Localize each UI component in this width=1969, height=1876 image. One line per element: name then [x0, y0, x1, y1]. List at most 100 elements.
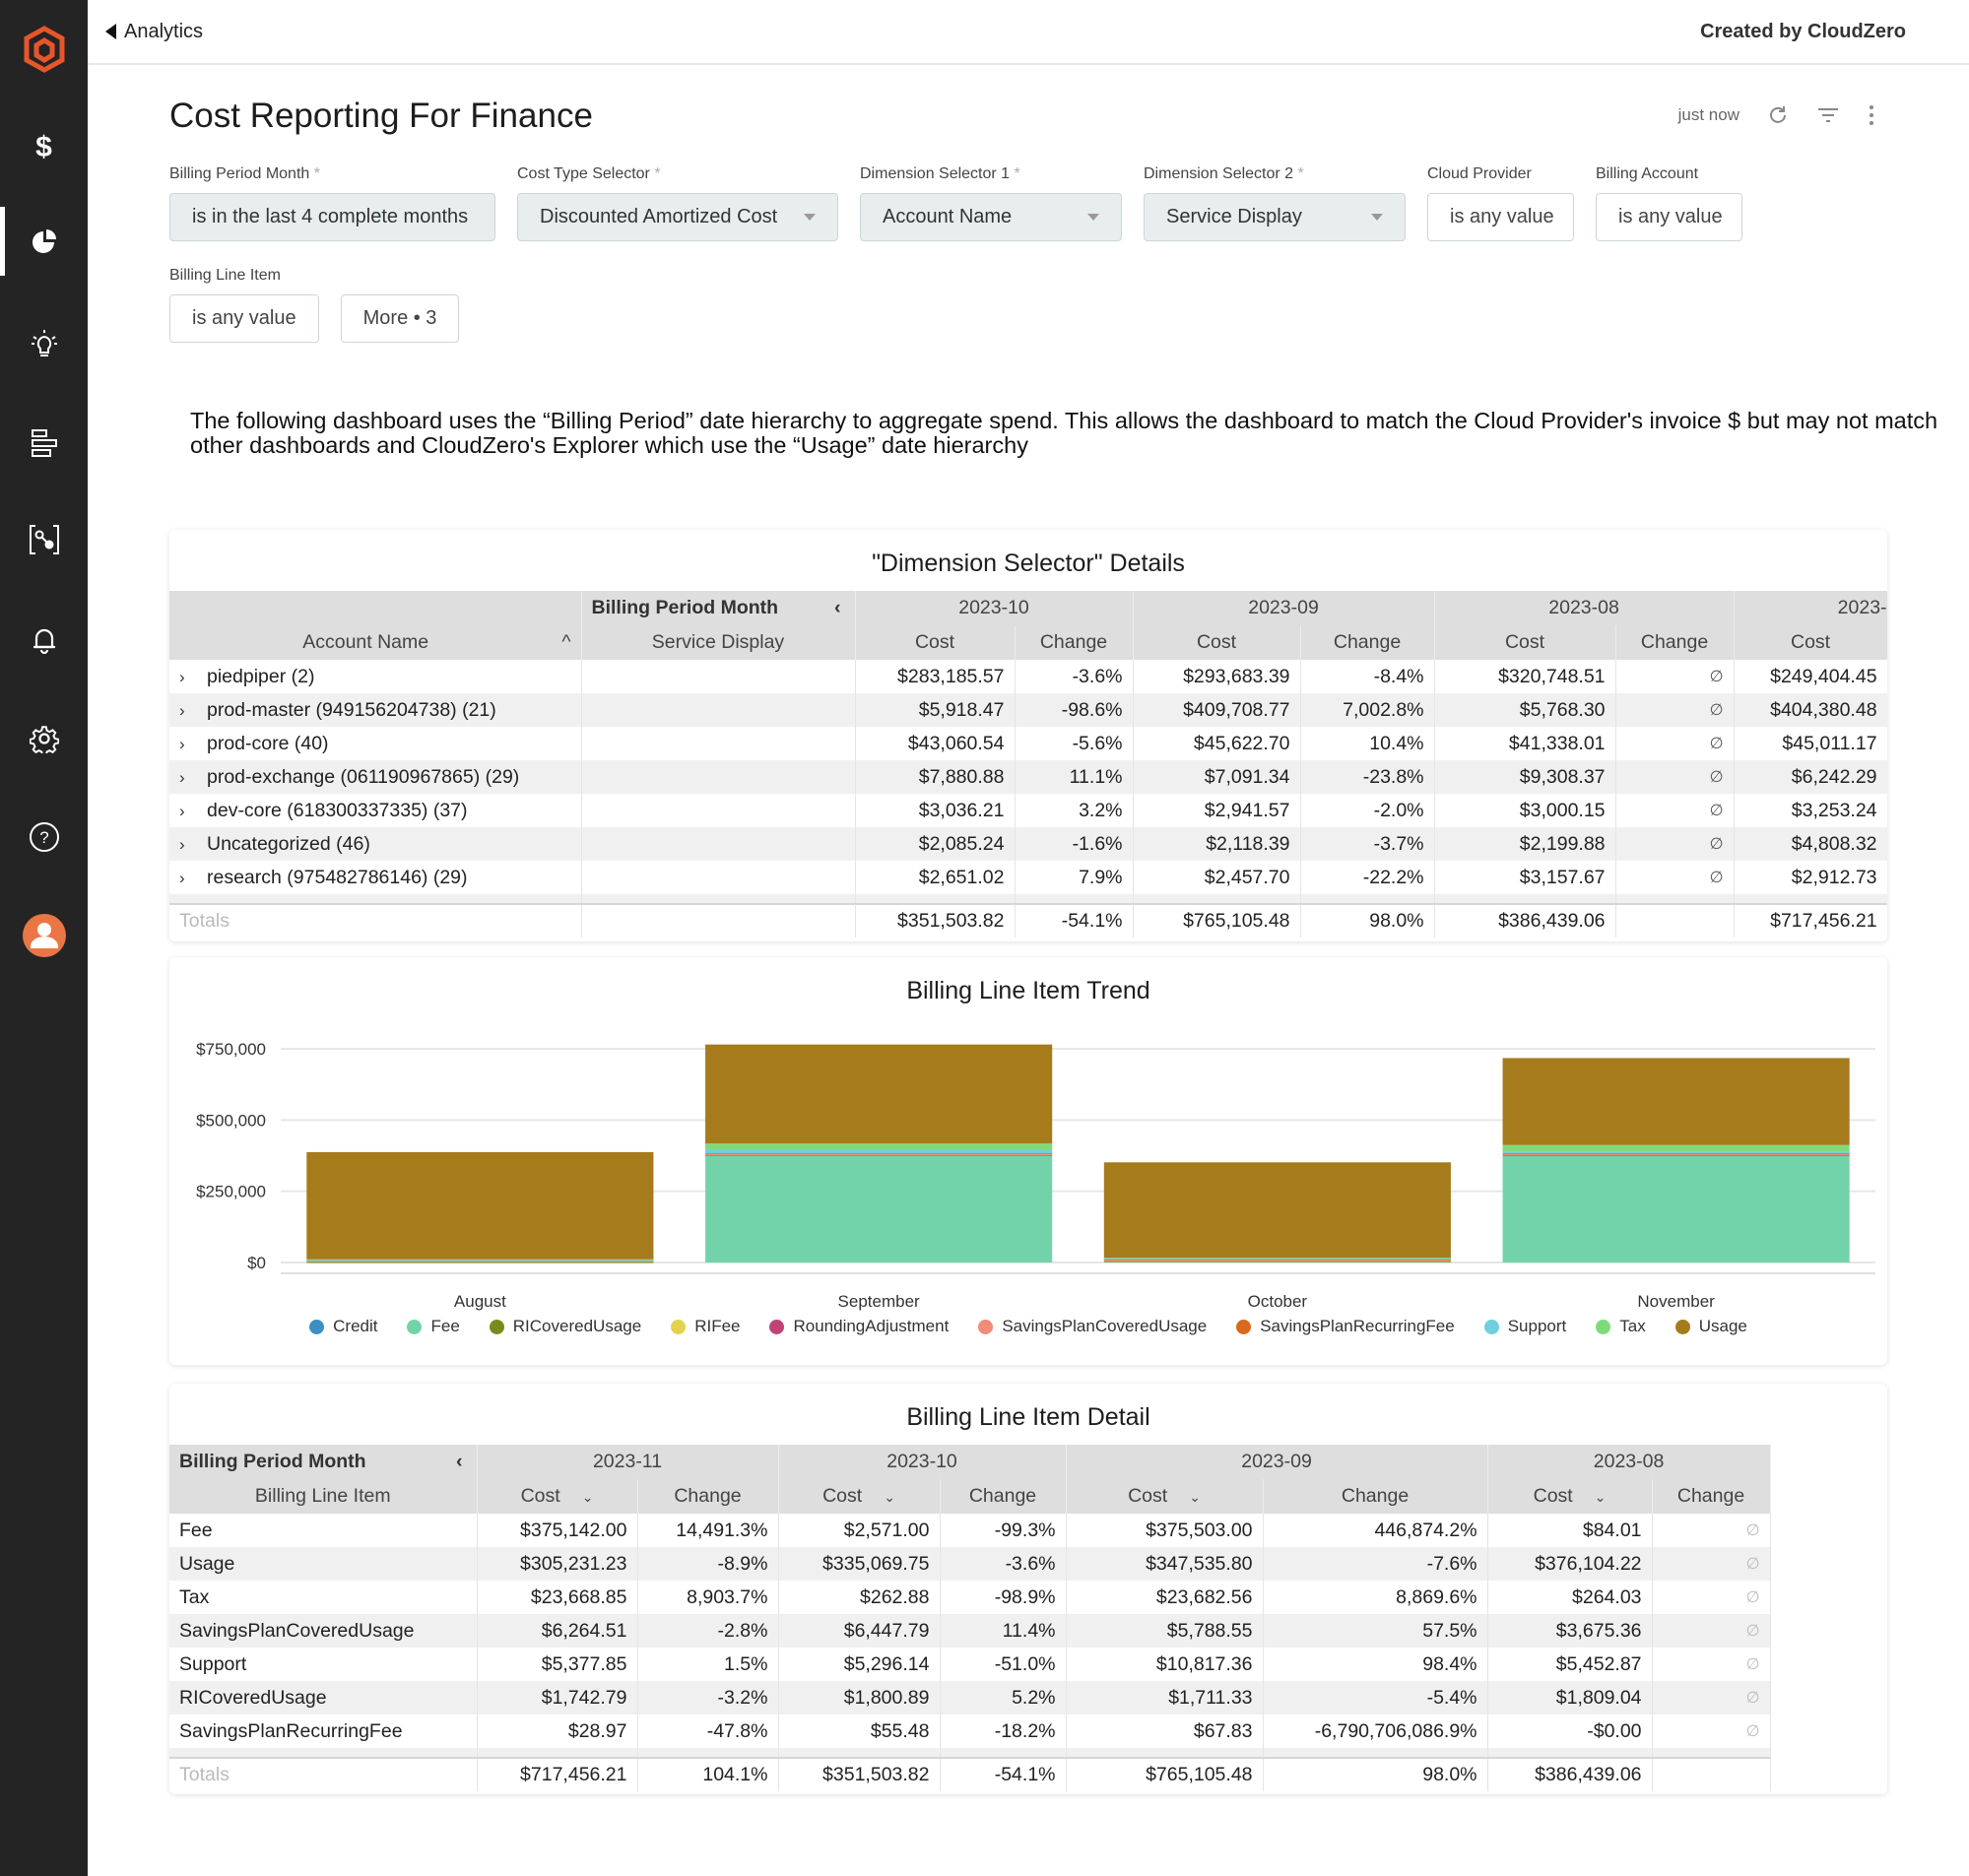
sidebar-item-cost[interactable]: $ [0, 118, 88, 177]
filter-value-1[interactable]: Discounted Amortized Cost [517, 193, 838, 241]
back-label: Analytics [124, 20, 204, 42]
partial-cell [1015, 894, 1134, 904]
sort-desc-icon[interactable]: ⌄ [582, 1489, 594, 1505]
bar-segment-savingsplanrecurringfee[interactable] [705, 1153, 1053, 1154]
change-header[interactable]: Change [1615, 625, 1735, 660]
total-cell [1615, 903, 1735, 938]
back-to-analytics-link[interactable]: Analytics [105, 21, 203, 43]
bar-segment-fee[interactable] [705, 1155, 1053, 1262]
cost-header[interactable]: Cost [1734, 625, 1887, 660]
cost-header[interactable]: Cost ⌄ [1066, 1479, 1264, 1514]
filter-billing-account: Billing Account is any value [1596, 165, 1742, 241]
bar-segment-savingsplanrecurringfee[interactable] [1502, 1153, 1850, 1154]
legend-item[interactable]: SavingsPlanCoveredUsage [978, 1317, 1207, 1336]
sidebar-item-dimensions[interactable] [0, 414, 88, 473]
expand-row-icon[interactable]: › [179, 701, 207, 721]
bar-segment-usage[interactable] [1502, 1058, 1850, 1145]
value-cell: 98.4% [1263, 1648, 1488, 1681]
bar-segment-tax[interactable] [306, 1259, 654, 1261]
filter-value-5[interactable]: is any value [1596, 193, 1742, 241]
bar-segment-tax[interactable] [705, 1143, 1053, 1151]
expand-row-icon[interactable]: › [179, 869, 207, 888]
filter-icon[interactable] [1816, 105, 1840, 125]
pivot-header[interactable]: Billing Period Month ‹ [169, 1445, 478, 1479]
bar-segment-usage[interactable] [705, 1044, 1053, 1144]
value-cell: $320,748.51 [1434, 660, 1616, 693]
legend-item[interactable]: Usage [1674, 1317, 1747, 1336]
bar-segment-tax[interactable] [1103, 1258, 1451, 1260]
value-cell: $249,404.45 [1734, 660, 1887, 693]
legend-item[interactable]: Credit [309, 1317, 377, 1336]
expand-row-icon[interactable]: › [179, 835, 207, 855]
change-header[interactable]: Change [1015, 625, 1134, 660]
collapse-pivot-icon[interactable]: ‹ [834, 597, 841, 619]
sort-asc-icon[interactable]: ^ [561, 631, 570, 654]
filter-value-2[interactable]: Account Name [860, 193, 1122, 241]
filter-billing-line-item-value[interactable]: is any value [169, 294, 319, 343]
service-display-header[interactable]: Service Display [581, 625, 856, 660]
table-row: › dev-core (618300337335) (37) $3,036.21 3.… [169, 794, 1887, 827]
legend-item[interactable]: SavingsPlanRecurringFee [1236, 1317, 1455, 1336]
sidebar-item-help[interactable]: ? [0, 808, 88, 867]
bar-segment-ricoveredusage[interactable] [1502, 1154, 1850, 1156]
value-cell: $305,231.23 [477, 1547, 638, 1581]
expand-row-icon[interactable]: › [179, 735, 207, 754]
expand-row-icon[interactable]: › [179, 768, 207, 788]
legend-item[interactable]: Tax [1596, 1317, 1646, 1336]
pivot-header[interactable]: Billing Period Month ‹ [581, 591, 856, 625]
value-cell: $2,457.70 [1133, 861, 1301, 894]
sidebar-item-analytics[interactable] [0, 207, 88, 276]
sidebar-item-alerts[interactable] [0, 611, 88, 670]
sort-desc-icon[interactable]: ⌄ [1189, 1489, 1201, 1505]
cost-header[interactable]: Cost ⌄ [477, 1479, 638, 1514]
legend-item[interactable]: RoundingAdjustment [769, 1317, 949, 1336]
bar-segment-savingsplanrecurringfee[interactable] [1103, 1259, 1451, 1261]
change-header[interactable]: Change [1652, 1479, 1771, 1514]
sidebar-item-insights[interactable] [0, 315, 88, 374]
cost-header[interactable]: Cost [1434, 625, 1616, 660]
legend-item[interactable]: Support [1483, 1317, 1566, 1336]
change-header[interactable]: Change [1300, 625, 1435, 660]
sort-desc-icon[interactable]: ⌄ [884, 1489, 895, 1505]
bar-segment-ricoveredusage[interactable] [705, 1154, 1053, 1156]
bar-segment-usage[interactable] [1103, 1162, 1451, 1259]
bar-segment-ricoveredusage[interactable] [1103, 1261, 1451, 1262]
expand-row-icon[interactable]: › [179, 802, 207, 821]
filter-value-0[interactable]: is in the last 4 complete months [169, 193, 495, 241]
account-name-header[interactable]: Account Name ^ [169, 625, 582, 660]
sidebar-item-explorer[interactable] [0, 510, 88, 569]
bar-segment-support[interactable] [1502, 1151, 1850, 1154]
change-header[interactable]: Change [940, 1479, 1067, 1514]
cloudzero-logo[interactable] [0, 18, 88, 83]
bar-segment-support[interactable] [705, 1150, 1053, 1154]
collapse-pivot-icon[interactable]: ‹ [456, 1451, 463, 1473]
cost-header[interactable]: Cost [855, 625, 1016, 660]
expand-row-icon[interactable]: › [179, 668, 207, 687]
legend-item[interactable]: Fee [407, 1317, 460, 1336]
sort-desc-icon[interactable]: ⌄ [1595, 1489, 1607, 1505]
bar-segment-usage[interactable] [306, 1151, 654, 1260]
change-header[interactable]: Change [637, 1479, 779, 1514]
legend-label: Fee [430, 1317, 460, 1335]
more-options-icon[interactable] [1868, 104, 1875, 126]
more-filters-button[interactable]: More • 3 [340, 294, 460, 343]
bar-segment-tax[interactable] [1502, 1144, 1850, 1152]
filter-label: Cost Type Selector * [517, 165, 838, 183]
change-header[interactable]: Change [1263, 1479, 1488, 1514]
filter-value-3[interactable]: Service Display [1144, 193, 1406, 241]
legend-item[interactable]: RIFee [671, 1317, 740, 1336]
value-cell: $23,682.56 [1066, 1581, 1264, 1614]
bar-segment-ricoveredusage[interactable] [306, 1261, 654, 1263]
sidebar-item-settings[interactable] [0, 709, 88, 768]
legend-item[interactable]: RICoveredUsage [489, 1317, 641, 1336]
filter-value-4[interactable]: is any value [1427, 193, 1574, 241]
value-cell: -18.2% [940, 1714, 1067, 1748]
billing-line-item-header[interactable]: Billing Line Item [169, 1479, 478, 1514]
cost-header[interactable]: Cost ⌄ [778, 1479, 941, 1514]
cost-header[interactable]: Cost ⌄ [1487, 1479, 1653, 1514]
sidebar-item-profile[interactable] [0, 906, 88, 965]
refresh-icon[interactable] [1767, 104, 1789, 126]
cost-header[interactable]: Cost [1133, 625, 1301, 660]
bar-segment-fee[interactable] [1502, 1155, 1850, 1262]
value-cell: ∅ [1615, 727, 1735, 760]
